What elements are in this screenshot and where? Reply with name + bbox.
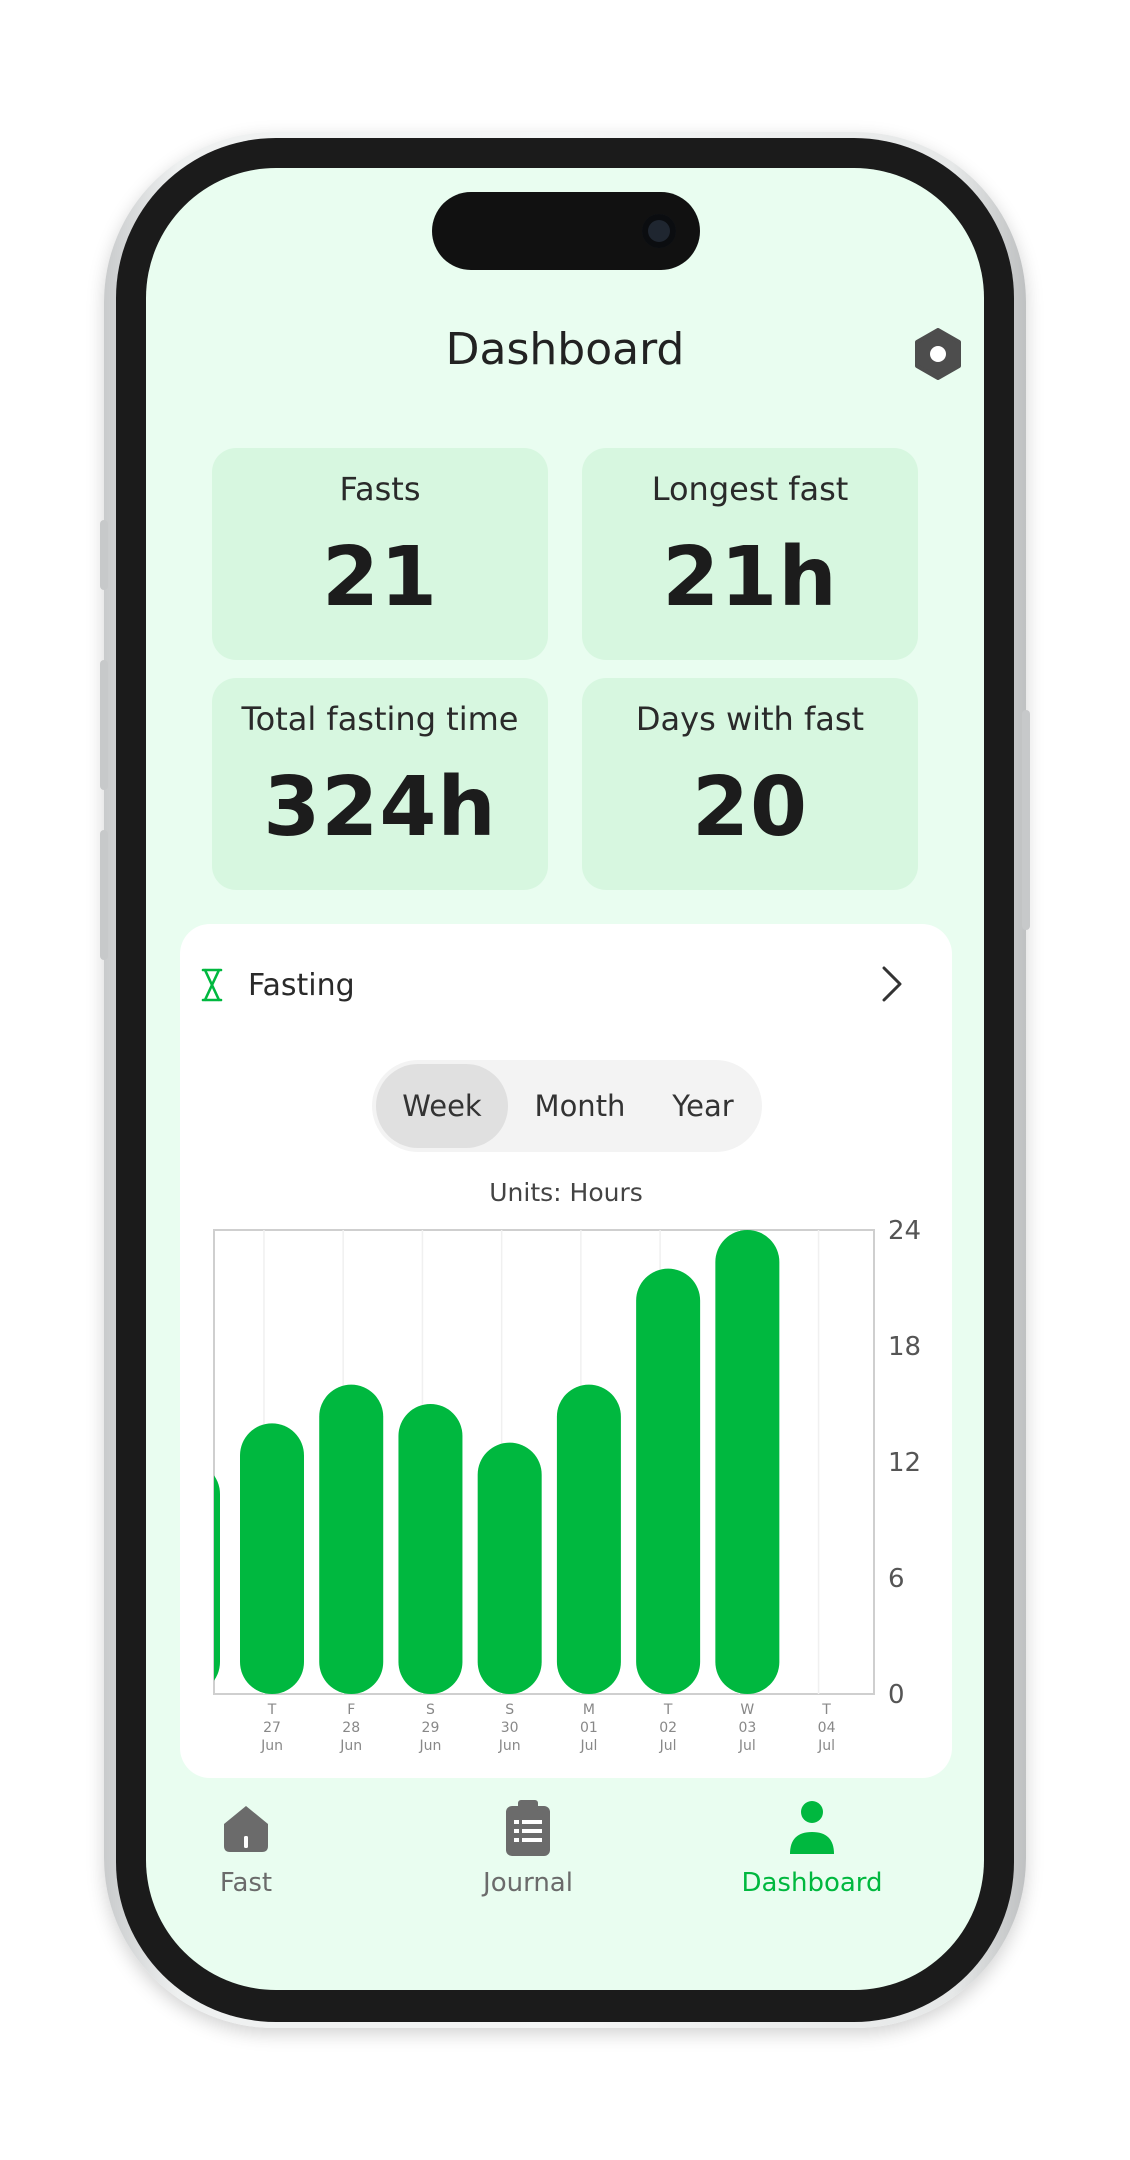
x-tick-label: 04 [818,1720,836,1736]
stat-label: Total fasting time [241,700,519,738]
hourglass-icon [201,968,223,1002]
fasting-bar-chart: T 27 Jun F 28 Jun S 29 Jun S 30 Jun M 01 Jul T 02 Jul W 03 J… [213,1218,921,1754]
y-tick-label: 0 [888,1680,905,1710]
home-icon [224,1806,268,1852]
stat-value: 21h [662,530,838,625]
x-tick-label: 30 [501,1720,519,1736]
x-tick-label: T [821,1702,831,1718]
period-segmented-control: Week Month Year [372,1060,762,1152]
x-tick-label: 29 [422,1720,440,1736]
chart-bar [477,1442,542,1694]
camera-icon [642,214,676,248]
dynamic-island [432,192,700,270]
stat-card-fasts: Fasts 21 [212,448,548,660]
tab-fast[interactable]: Fast [146,1798,346,1898]
settings-icon[interactable] [912,328,964,380]
x-tick-label: F [347,1702,355,1718]
tab-dashboard[interactable]: Dashboard [712,1798,912,1898]
chart-bar-partial [214,1475,220,1681]
x-tick-label: Jul [817,1738,835,1754]
x-tick-label: Jul [659,1738,677,1754]
mute-switch [100,520,108,590]
app-screen: Dashboard Fasts 21 Longest fast 21h Tota… [146,168,984,1990]
tab-journal[interactable]: Journal [428,1798,628,1898]
card-title: Fasting [248,968,355,1003]
x-tick-label: Jul [738,1738,756,1754]
stat-card-days-with-fast: Days with fast 20 [582,678,918,890]
x-tick-label: T [663,1702,673,1718]
stat-value: 20 [691,760,809,855]
clipboard-icon [506,1800,550,1856]
tab-week[interactable]: Week [376,1064,508,1148]
stat-value: 324h [263,760,497,855]
chart-bar [556,1384,621,1694]
x-tick-label: Jun [498,1738,521,1754]
volume-up-button [100,660,108,790]
stat-card-total-fasting-time: Total fasting time 324h [212,678,548,890]
chart-bar [319,1384,384,1694]
stat-label: Fasts [339,470,421,508]
x-tick-label: Jun [260,1738,283,1754]
x-tick-label: Jun [419,1738,442,1754]
stat-card-longest-fast: Longest fast 21h [582,448,918,660]
user-icon [790,1801,834,1854]
volume-down-button [100,830,108,960]
tab-label: Journal [483,1868,573,1898]
x-tick-label: 01 [580,1720,598,1736]
units-label: Units: Hours [489,1178,643,1207]
chart-bar [240,1423,304,1694]
x-tick-label: 28 [342,1720,360,1736]
chart-bar [398,1404,463,1694]
x-tick-label: W [740,1702,754,1718]
x-tick-label: 02 [659,1720,677,1736]
x-tick-label: M [583,1702,595,1718]
page-title: Dashboard [445,324,685,375]
tab-month[interactable]: Month [512,1064,648,1148]
y-tick-label: 18 [888,1332,921,1362]
stat-label: Days with fast [635,700,865,738]
chart-bar [636,1268,701,1694]
y-tick-label: 24 [888,1218,921,1246]
tab-year[interactable]: Year [648,1064,758,1148]
x-tick-label: S [505,1702,514,1718]
x-tick-label: 27 [263,1720,281,1736]
fasting-chart-card: Fasting Week Month Year Units: Hours T 27… [180,924,952,1778]
stat-value: 21 [321,530,439,625]
x-tick-label: Jul [579,1738,597,1754]
x-tick-label: 03 [738,1720,756,1736]
x-tick-label: S [426,1702,435,1718]
chart-bar [715,1230,780,1694]
stat-label: Longest fast [651,470,849,508]
y-tick-label: 6 [888,1564,905,1594]
x-tick-label: Jun [339,1738,362,1754]
tab-label: Fast [219,1868,273,1898]
tab-label: Dashboard [741,1868,883,1898]
y-tick-label: 12 [888,1448,921,1478]
power-button [1022,710,1030,930]
chevron-right-icon[interactable] [880,964,904,1004]
x-tick-label: T [267,1702,277,1718]
